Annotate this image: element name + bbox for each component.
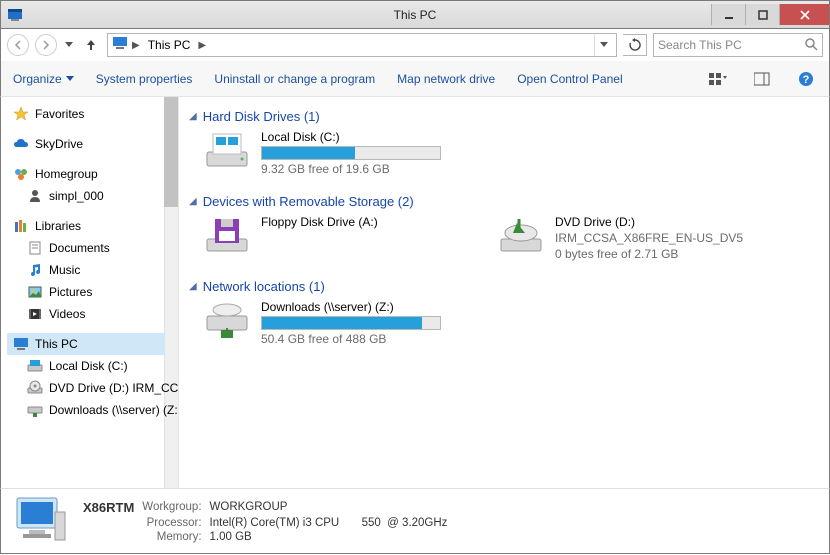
memory-value: 1.00 GB [210,531,448,543]
uninstall-button[interactable]: Uninstall or change a program [214,72,375,86]
map-drive-button[interactable]: Map network drive [397,72,495,86]
libraries-icon [13,218,29,234]
sidebar-network-drive[interactable]: Downloads (\\server) (Z: [7,399,165,421]
sidebar-documents[interactable]: Documents [7,237,165,259]
chevron-right-icon[interactable]: ▶ [198,40,206,51]
back-button[interactable] [7,34,29,56]
app-icon [7,7,23,23]
person-icon [27,188,43,204]
pc-icon [13,336,29,352]
chevron-right-icon[interactable]: ▶ [132,40,140,51]
network-drive-icon [27,402,43,418]
capacity-bar [261,146,441,160]
up-button[interactable] [81,35,101,55]
search-icon [804,37,818,54]
group-header-network[interactable]: ◢Network locations (1) [189,275,819,300]
address-dropdown[interactable] [594,34,612,56]
capacity-bar [261,316,441,330]
scrollbar-thumb[interactable] [164,97,178,207]
search-input[interactable]: Search This PC [653,33,823,57]
documents-icon [27,240,43,256]
minimize-button[interactable] [711,4,745,25]
system-properties-button[interactable]: System properties [96,72,193,86]
sidebar-pictures[interactable]: Pictures [7,281,165,303]
collapse-icon: ◢ [189,111,197,122]
control-panel-button[interactable]: Open Control Panel [517,72,622,86]
dvd-icon [27,380,43,396]
breadcrumb-root[interactable]: This PC [144,36,195,54]
preview-pane-button[interactable] [751,68,773,90]
music-icon [27,262,43,278]
drive-name: Downloads (\\server) (Z:) [261,300,441,314]
group-header-hdd[interactable]: ◢Hard Disk Drives (1) [189,105,819,130]
drive-freespace: 0 bytes free of 2.71 GB [555,247,743,261]
close-button[interactable] [779,4,829,25]
drive-name: Local Disk (C:) [261,130,441,144]
sidebar-local-disk[interactable]: Local Disk (C:) [7,355,165,377]
videos-icon [27,306,43,322]
star-icon [13,106,29,122]
toolbar: Organize System properties Uninstall or … [0,61,830,97]
group-header-removable[interactable]: ◢Devices with Removable Storage (2) [189,190,819,215]
breadcrumb-bar[interactable]: ▶ This PC ▶ [107,33,617,57]
details-pane: X86RTM Workgroup: WORKGROUP Processor: I… [0,488,830,554]
workgroup-label: Workgroup: [142,501,201,513]
hostname: X86RTM [83,500,134,515]
drive-freespace: 9.32 GB free of 19.6 GB [261,162,441,176]
drive-label: IRM_CCSA_X86FRE_EN-US_DV5 [555,231,743,245]
collapse-icon: ◢ [189,281,197,292]
dvd-drive-icon [497,215,545,255]
sidebar-homegroup-user[interactable]: simpl_000 [7,185,165,207]
forward-button[interactable] [35,34,57,56]
sidebar-homegroup[interactable]: Homegroup [7,163,165,185]
collapse-icon: ◢ [189,196,197,207]
processor-label: Processor: [142,517,201,529]
history-dropdown[interactable] [63,34,75,56]
sidebar-libraries[interactable]: Libraries [7,215,165,237]
sidebar-skydrive[interactable]: SkyDrive [7,133,165,155]
floppy-icon [203,215,251,255]
drive-local-disk-c[interactable]: Local Disk (C:) 9.32 GB free of 19.6 GB [203,130,483,176]
svg-text:?: ? [803,74,810,86]
navigation-pane: Favorites SkyDrive Homegroup simpl_000 L… [1,97,179,488]
titlebar: This PC [0,0,830,29]
drive-freespace: 50.4 GB free of 488 GB [261,332,441,346]
computer-icon [11,494,69,548]
window-title: This PC [394,8,437,22]
drive-name: Floppy Disk Drive (A:) [261,215,378,229]
drive-dvd-d[interactable]: DVD Drive (D:) IRM_CCSA_X86FRE_EN-US_DV5… [497,215,777,261]
drive-name: DVD Drive (D:) [555,215,743,229]
view-options-button[interactable] [707,68,729,90]
help-button[interactable]: ? [795,68,817,90]
sidebar-this-pc[interactable]: This PC [7,333,165,355]
search-placeholder: Search This PC [658,38,742,52]
workgroup-value: WORKGROUP [210,501,448,513]
sidebar-favorites[interactable]: Favorites [7,103,165,125]
pc-icon [112,35,128,56]
drive-floppy-a[interactable]: Floppy Disk Drive (A:) [203,215,483,261]
scrollbar[interactable] [164,97,178,488]
network-drive-icon [203,300,251,340]
maximize-button[interactable] [745,4,779,25]
organize-button[interactable]: Organize [13,72,74,86]
address-bar: ▶ This PC ▶ Search This PC [0,29,830,61]
memory-label: Memory: [142,531,201,543]
sidebar-dvd-drive[interactable]: DVD Drive (D:) IRM_CCS [7,377,165,399]
content-area: ◢Hard Disk Drives (1) Local Disk (C:) 9.… [179,97,829,488]
hdd-icon [203,130,251,170]
processor-value: Intel(R) Core(TM) i3 CPU 550 @ 3.20GHz [210,517,448,529]
sidebar-music[interactable]: Music [7,259,165,281]
drive-network-z[interactable]: Downloads (\\server) (Z:) 50.4 GB free o… [203,300,483,346]
sidebar-videos[interactable]: Videos [7,303,165,325]
homegroup-icon [13,166,29,182]
cloud-icon [13,136,29,152]
pictures-icon [27,284,43,300]
refresh-button[interactable] [623,34,647,56]
drive-icon [27,358,43,374]
